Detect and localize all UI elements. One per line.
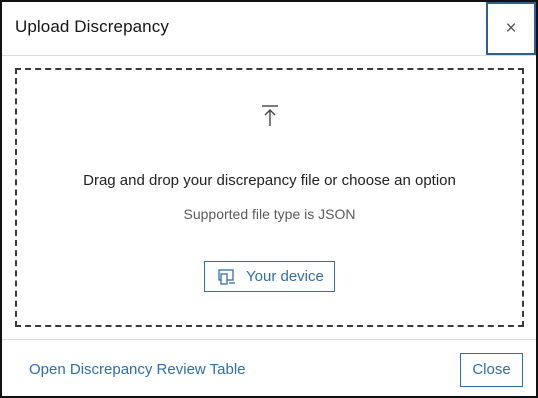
your-device-button[interactable]: Your device	[204, 261, 335, 292]
upload-discrepancy-dialog: Upload Discrepancy × Drag and drop your …	[0, 0, 538, 398]
file-drop-zone[interactable]: Drag and drop your discrepancy file or c…	[15, 68, 524, 327]
dialog-header: Upload Discrepancy ×	[2, 2, 536, 56]
open-review-table-link[interactable]: Open Discrepancy Review Table	[29, 361, 246, 378]
dialog-title: Upload Discrepancy	[15, 17, 169, 36]
drag-drop-instruction: Drag and drop your discrepancy file or c…	[83, 172, 456, 189]
device-icon	[218, 269, 235, 285]
supported-file-type-text: Supported file type is JSON	[183, 206, 356, 222]
close-button[interactable]: Close	[460, 353, 523, 387]
dialog-footer: Open Discrepancy Review Table Close	[2, 339, 536, 397]
dialog-close-button[interactable]: ×	[486, 2, 536, 55]
close-icon: ×	[505, 18, 517, 39]
your-device-label: Your device	[246, 268, 324, 285]
upload-arrow-icon	[262, 105, 278, 126]
